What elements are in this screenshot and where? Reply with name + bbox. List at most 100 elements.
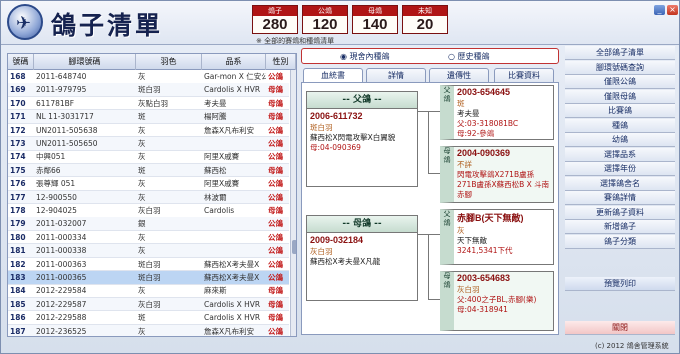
table-row[interactable]: 174 中興051 灰 阿里X戚賽 公鴿 [8, 150, 289, 164]
table-row[interactable]: 170 611781BF 灰點白羽 考夫曼 母鴿 [8, 97, 289, 111]
cell-color: 灰 [138, 139, 146, 148]
print-preview-button[interactable]: 預覽列印 [565, 277, 675, 291]
cell-sex: 公鴿 [268, 259, 283, 269]
connector-line [428, 111, 440, 174]
mother-heading: -- 母鴿 -- [307, 216, 417, 233]
minimize-button[interactable]: _ [654, 5, 665, 15]
cell-ring: 2011-000334 [36, 232, 87, 242]
maternal-grandfather-card[interactable]: 父鴿 赤腳B(天下無敵) 灰 天下無敵 3241,5341下代 [440, 209, 554, 265]
cell-breed: Gar-mon X 仁安公 [204, 72, 266, 81]
paternal-grandmother-card[interactable]: 母鴿 2004-090369 不詳 閃電攻擊鴿X271B盧孫 271B盧孫X蘇西… [440, 146, 554, 203]
grandparent-note: 閃電攻擊鴿X271B盧孫 [457, 170, 535, 179]
table-row[interactable]: 184 2012-229584 灰 麻來斯 母鴿 [8, 284, 289, 298]
pigeon-list-table[interactable]: 號碼 腳環號碼 羽色 品系 性別 168 2011-648740 灰 Gar-mon … [7, 53, 297, 337]
tab-race-data[interactable]: 比賽資料 [494, 68, 554, 82]
cell-breed: Cardolis X HVR [204, 313, 261, 323]
table-row[interactable]: 185 2012-229587 灰白羽 Cardolis X HVR 母鴿 [8, 297, 289, 312]
grandparent-note: 3241,5341下代 [457, 246, 513, 255]
cell-ring: 2012-229588 [36, 313, 87, 323]
maternal-grandmother-card[interactable]: 母鴿 2003-654683 灰白羽 父:400之子BL,赤腳(樂) 母:04-… [440, 271, 554, 331]
menu-item[interactable]: 選擇鴿舍名 [565, 176, 675, 191]
table-scrollbar[interactable] [290, 70, 296, 336]
column-header-ring[interactable]: 腳環號碼 [34, 54, 136, 70]
cell-number: 169 [10, 85, 26, 95]
cell-color: 灰 [138, 326, 146, 336]
menu-item[interactable]: 賽鴿詳情 [565, 191, 675, 205]
radio-current-breeders[interactable]: ◉ 現舍內種鴿 [340, 51, 390, 62]
grandparent-color: 斑 [457, 99, 465, 108]
column-header-number[interactable]: 號碼 [8, 54, 34, 70]
table-row[interactable]: 176 張尊輝 051 灰 阿里X戚賽 公鴿 [8, 177, 289, 191]
cell-number: 168 [10, 72, 26, 81]
column-header-color[interactable]: 羽色 [136, 54, 202, 70]
table-row[interactable]: 177 12-900550 灰 林波爾 公鴿 [8, 190, 289, 205]
menu-item[interactable]: 比賽鴿 [565, 104, 675, 118]
close-window-button[interactable]: × [667, 5, 678, 15]
table-row[interactable]: 183 2011-000365 斑白羽 蘇西松X考夫曼X 公鴿 [8, 271, 289, 285]
column-header-breed[interactable]: 品系 [202, 54, 266, 70]
close-app-button[interactable]: 關閉 [565, 321, 675, 335]
cell-sex: 公鴿 [268, 139, 283, 148]
table-row[interactable]: 187 2012-236525 灰 詹森X凡布利安 公鴿 [8, 324, 289, 336]
table-row[interactable]: 173 UN2011-505650 灰 公鴿 [8, 137, 289, 151]
radio-history-breeders[interactable]: ○ 歷史種鴿 [448, 51, 490, 62]
menu-item[interactable]: 選擇品系 [565, 147, 675, 162]
cell-number: 181 [10, 246, 26, 256]
table-row[interactable]: 182 2011-000363 斑白羽 蘇西松X考夫曼X 公鴿 [8, 258, 289, 272]
connector-line [428, 234, 440, 300]
menu-item[interactable]: 鴿子分類 [565, 234, 675, 249]
cell-color: 灰 [138, 72, 146, 81]
mother-card[interactable]: -- 母鴿 -- 2009-032184 灰白羽 蘇西松X考夫曼X凡龍 [306, 215, 418, 301]
cell-breed: 蘇西松X考夫曼X [204, 273, 260, 282]
stat-value: 280 [262, 16, 288, 33]
cell-ring: 赤鄰66 [36, 165, 61, 175]
cell-ring: UN2011-505650 [36, 139, 98, 148]
tab-details[interactable]: 詳情 [366, 68, 426, 82]
cell-ring: NL 11-3031717 [36, 112, 94, 122]
menu-item[interactable]: 新增鴿子 [565, 220, 675, 234]
menu-item[interactable]: 更新鴿子資料 [565, 205, 675, 220]
menu-item[interactable]: 幼鴿 [565, 133, 675, 147]
cell-number: 178 [10, 206, 26, 215]
grandparent-ring-number: 赤腳B(天下無敵) [457, 213, 524, 223]
stat-label: 未知 [403, 6, 447, 16]
menu-item[interactable]: 選擇年份 [565, 162, 675, 176]
column-header-sex[interactable]: 性別 [266, 54, 296, 70]
table-row[interactable]: 171 NL 11-3031717 斑 楊阿騰 母鴿 [8, 110, 289, 124]
cell-number: 171 [10, 112, 26, 122]
table-row[interactable]: 172 UN2011-505638 灰 詹森X凡布利安 公鴿 [8, 124, 289, 138]
menu-item[interactable]: 僅限公鴿 [565, 75, 675, 89]
menu-item[interactable]: 種鴿 [565, 118, 675, 133]
table-row[interactable]: 168 2011-648740 灰 Gar-mon X 仁安公 公鴿 [8, 70, 289, 84]
grandparent-color: 灰 [457, 226, 465, 235]
table-row[interactable]: 175 赤鄰66 斑 蘇西松 母鴿 [8, 163, 289, 178]
menu-item[interactable]: 僅限母鴿 [565, 89, 675, 104]
father-card[interactable]: -- 父鴿 -- 2006-611732 斑白羽 蘇西松X閃電攻擊X白翼貌 母:… [306, 91, 418, 187]
table-row[interactable]: 180 2011-000334 灰 公鴿 [8, 231, 289, 245]
tab-pedigree[interactable]: 血統書 [303, 68, 363, 82]
father-ring-number: 2006-611732 [310, 111, 363, 121]
cell-number: 186 [10, 313, 26, 323]
cell-sex: 公鴿 [268, 179, 283, 189]
cell-sex: 母鴿 [268, 206, 283, 215]
table-row[interactable]: 181 2011-000338 灰 公鴿 [8, 244, 289, 258]
table-row[interactable]: 169 2011-979795 斑白羽 Cardolis X HVR 母鴿 [8, 83, 289, 97]
scrollbar-thumb[interactable] [292, 240, 296, 254]
cell-ring: 2012-236525 [36, 326, 87, 336]
cell-breed: 麻來斯 [204, 286, 227, 296]
cell-color: 斑 [138, 112, 146, 122]
cell-number: 183 [10, 273, 26, 282]
table-row[interactable]: 179 2011-032007 銀 公鴿 [8, 217, 289, 231]
menu-item[interactable]: 腳環號碼查詢 [565, 60, 675, 75]
cell-ring: 2011-032007 [36, 219, 87, 229]
table-row[interactable]: 186 2012-229588 斑 Cardolis X HVR 母鴿 [8, 311, 289, 325]
cell-color: 斑白羽 [138, 273, 161, 282]
paternal-grandfather-card[interactable]: 父鴿 2003-654645 斑 考夫曼 父:03-318081BC 母:92-… [440, 85, 554, 140]
connector-line [418, 111, 428, 112]
cell-color: 灰 [138, 125, 146, 135]
table-row[interactable]: 178 12-904025 灰白羽 Cardolis 母鴿 [8, 204, 289, 218]
stat-unknown-pigeons: 未知 20 [402, 5, 448, 34]
cell-number: 173 [10, 139, 26, 148]
menu-item[interactable]: 全部鴿子清單 [565, 46, 675, 60]
tab-genetics[interactable]: 遺傳性 [429, 68, 489, 82]
